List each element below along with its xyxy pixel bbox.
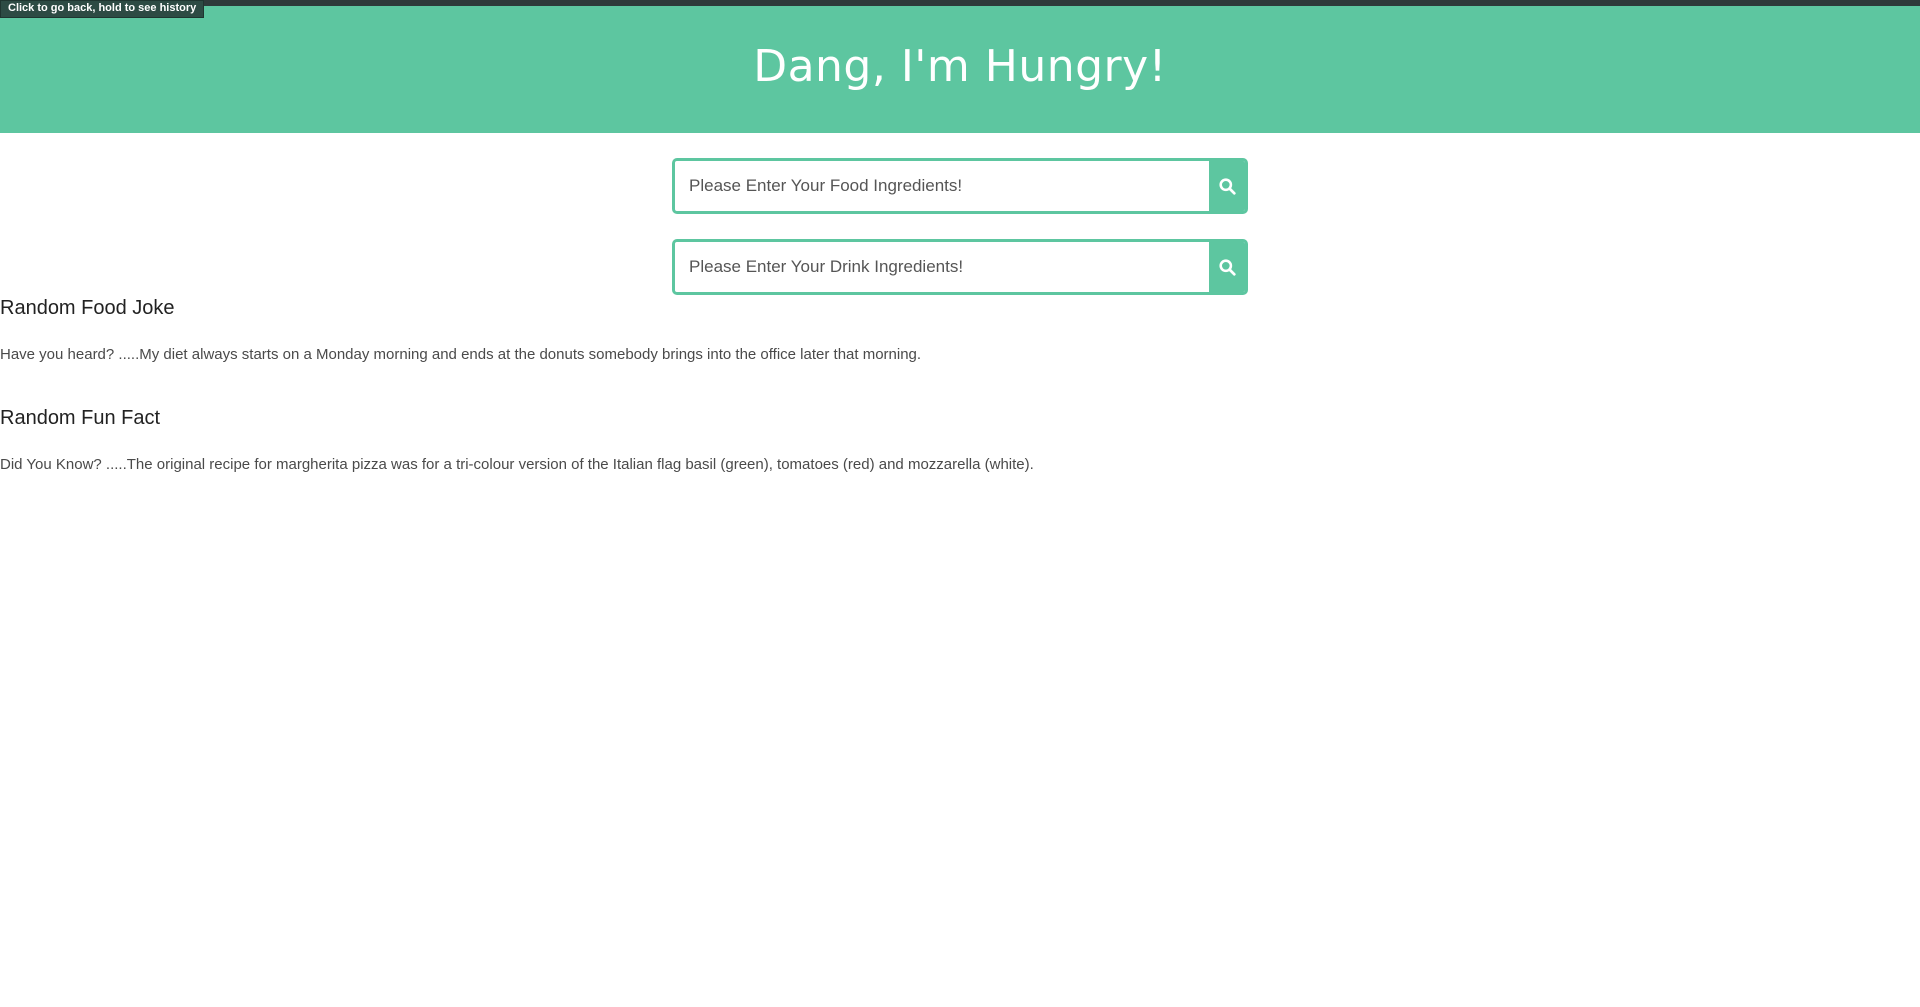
search-icon xyxy=(1218,258,1236,276)
food-search-form xyxy=(672,158,1248,214)
page-title: Dang, I'm Hungry! xyxy=(753,41,1167,92)
page-header: Dang, I'm Hungry! xyxy=(0,6,1920,133)
drink-search-form xyxy=(672,239,1248,295)
back-button-tooltip: Click to go back, hold to see history xyxy=(0,0,205,18)
fun-fact-text: Did You Know? .....The original recipe f… xyxy=(0,456,1034,473)
food-joke-heading: Random Food Joke xyxy=(0,297,175,319)
food-search-button[interactable] xyxy=(1209,161,1245,211)
drink-search-button[interactable] xyxy=(1209,242,1245,292)
drink-ingredients-input[interactable] xyxy=(675,242,1209,292)
fun-fact-heading: Random Fun Fact xyxy=(0,407,161,429)
food-joke-text: Have you heard? .....My diet always star… xyxy=(0,346,922,363)
food-ingredients-input[interactable] xyxy=(675,161,1209,211)
search-icon xyxy=(1218,177,1236,195)
